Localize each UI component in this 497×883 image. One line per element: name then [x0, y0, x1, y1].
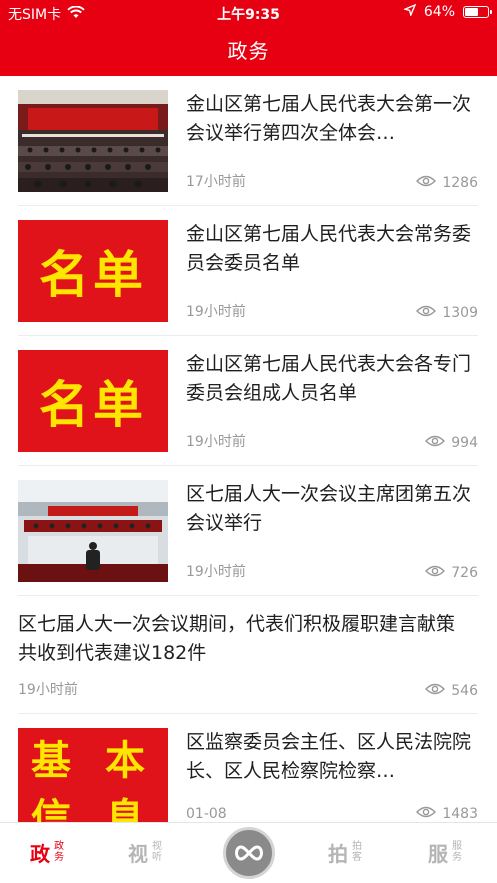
article-title: 金山区第七届人民代表大会第一次会议举行第四次全体会… — [186, 93, 472, 144]
eye-icon — [425, 565, 446, 581]
article-thumbnail: 名单 — [18, 350, 168, 452]
nav-bar: 政务 — [0, 26, 497, 76]
article-title: 金山区第七届人民代表大会各专门委员会组成人员名单 — [186, 353, 472, 404]
thumbnail-text: 名单 — [39, 376, 147, 434]
tab-sublabel: 政务 — [54, 841, 64, 863]
article-item[interactable]: 区七届人大一次会议期间，代表们积极履职建言献策 共收到代表建议182件 19小时… — [18, 596, 478, 714]
view-count: 1286 — [416, 175, 478, 191]
view-count: 1309 — [416, 305, 478, 321]
article-thumbnail: 名单 — [18, 220, 168, 322]
battery-icon — [463, 6, 492, 18]
article-list[interactable]: 金山区第七届人民代表大会第一次会议举行第四次全体会… 17小时前 1286 名单… — [0, 76, 497, 822]
thumbnail-text: 基 本 — [31, 738, 155, 784]
tab-sublabel: 拍客 — [352, 841, 362, 863]
view-count-value: 994 — [451, 435, 478, 451]
article-time: 01-08 — [186, 806, 227, 822]
view-count: 994 — [425, 435, 478, 451]
article-thumbnail — [18, 480, 168, 582]
article-title: 金山区第七届人民代表大会常务委员会委员名单 — [186, 223, 472, 274]
tab-sublabel: 视听 — [152, 841, 162, 863]
article-time: 17小时前 — [186, 174, 246, 190]
center-action-button[interactable] — [223, 827, 275, 879]
eye-icon — [416, 305, 437, 321]
article-title: 区七届人大一次会议期间，代表们积极履职建言献策 共收到代表建议182件 — [18, 613, 456, 664]
tab-paike[interactable]: 拍 拍客 — [328, 837, 364, 867]
article-title: 区七届人大一次会议主席团第五次会议举行 — [186, 483, 472, 534]
article-time: 19小时前 — [186, 434, 246, 450]
thumbnail-text: 信 息 — [31, 796, 155, 822]
view-count: 1483 — [416, 806, 478, 822]
article-title: 区监察委员会主任、区人民法院院长、区人民检察院检察… — [186, 731, 472, 782]
eye-icon — [416, 806, 437, 822]
view-count-value: 546 — [451, 683, 478, 699]
infinity-logo-icon — [232, 844, 266, 866]
battery-percent: 64% — [423, 4, 455, 20]
eye-icon — [416, 175, 437, 191]
tab-bar: 政 政务 视 视听 拍 拍客 服 服务 — [0, 822, 497, 883]
page-title: 政务 — [227, 39, 270, 63]
tab-label: 视 — [128, 841, 148, 866]
view-count: 726 — [425, 565, 478, 581]
article-thumbnail: 基 本 信 息 — [18, 728, 168, 822]
article-item[interactable]: 区七届人大一次会议主席团第五次会议举行 19小时前 726 — [18, 466, 478, 596]
tab-label: 服 — [428, 841, 448, 866]
article-item[interactable]: 金山区第七届人民代表大会第一次会议举行第四次全体会… 17小时前 1286 — [18, 76, 478, 206]
article-item[interactable]: 名单 金山区第七届人民代表大会各专门委员会组成人员名单 19小时前 994 — [18, 336, 478, 466]
view-count-value: 1286 — [442, 175, 478, 191]
view-count-value: 1309 — [442, 305, 478, 321]
status-bar: 无SIM卡 上午9:35 64% — [0, 0, 497, 26]
article-thumbnail — [18, 90, 168, 192]
tab-sublabel: 服务 — [452, 841, 462, 863]
tab-label: 拍 — [328, 841, 348, 866]
thumbnail-text: 名单 — [39, 246, 147, 304]
tab-shiting[interactable]: 视 视听 — [128, 837, 164, 867]
eye-icon — [425, 435, 446, 451]
article-time: 19小时前 — [18, 682, 78, 698]
tab-label: 政 — [30, 841, 50, 866]
tab-zhengwu[interactable]: 政 政务 — [30, 837, 66, 867]
article-time: 19小时前 — [186, 564, 246, 580]
view-count-value: 1483 — [442, 806, 478, 822]
eye-icon — [425, 683, 446, 699]
tab-fuwu[interactable]: 服 服务 — [428, 837, 464, 867]
article-time: 19小时前 — [186, 304, 246, 320]
location-icon — [402, 3, 417, 20]
article-item[interactable]: 基 本 信 息 区监察委员会主任、区人民法院院长、区人民检察院检察… 01-08… — [18, 714, 478, 822]
article-item[interactable]: 名单 金山区第七届人民代表大会常务委员会委员名单 19小时前 1309 — [18, 206, 478, 336]
view-count: 546 — [425, 683, 478, 699]
view-count-value: 726 — [451, 565, 478, 581]
